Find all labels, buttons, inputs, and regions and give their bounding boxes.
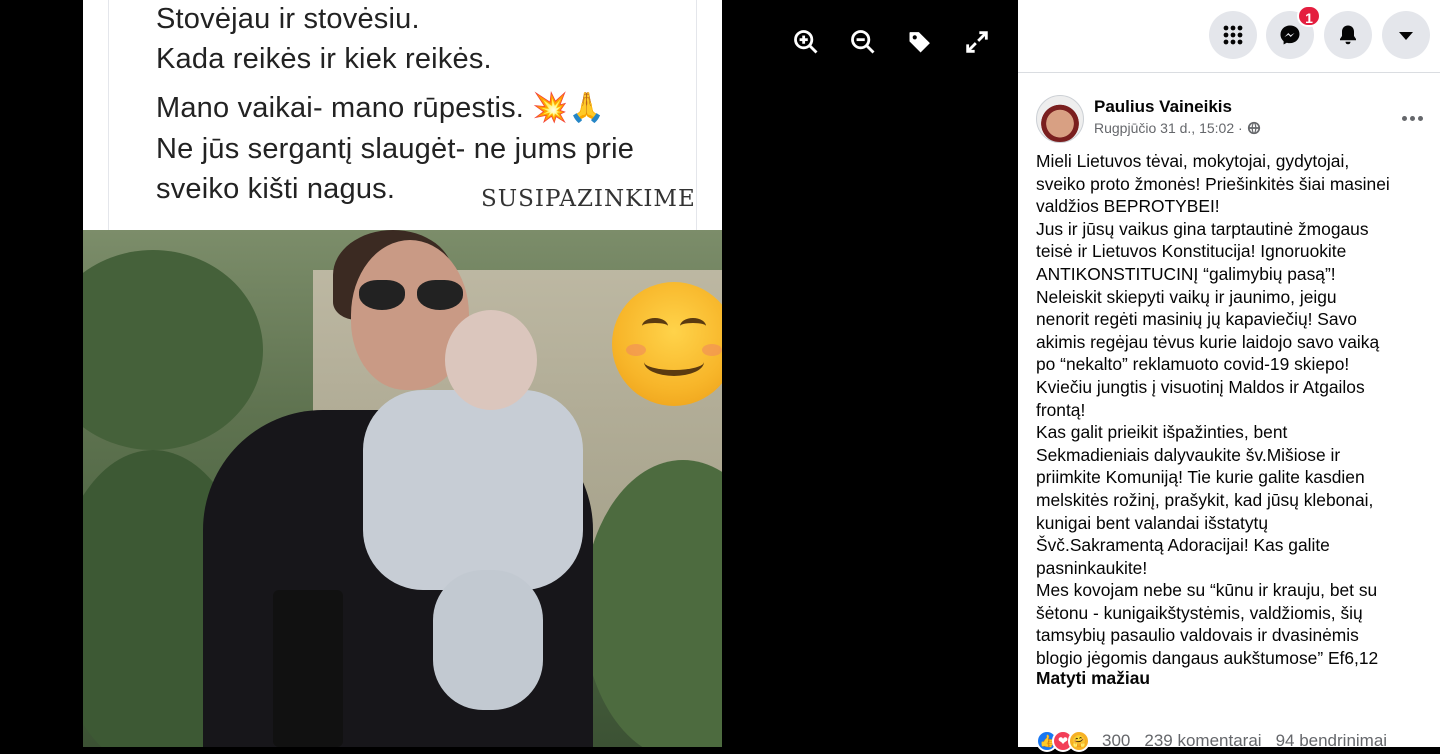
avatar[interactable] bbox=[1036, 95, 1084, 143]
post-engagement-bar: 👍 ❤ 🤗 300 239 komentarai 94 bendrinimai bbox=[1036, 728, 1436, 754]
meme-caption-area: Stovėjau ir stovėsiu. Kada reikės ir kie… bbox=[83, 0, 722, 230]
author-name[interactable]: Paulius Vaineikis bbox=[1094, 97, 1232, 117]
post-line: Kas galit prieikit išpažinties, bent bbox=[1036, 422, 1288, 443]
post-line: Neleiskit skiepyti vaikų ir jaunimo, jei… bbox=[1036, 286, 1337, 307]
rifle bbox=[273, 590, 343, 747]
meme-line: Kada reikės ir kiek reikės. bbox=[156, 43, 492, 75]
post-line: šėtonu - kunigaikštystėmis, valdžiomis, … bbox=[1036, 602, 1363, 623]
post-line: pasninkaukite! bbox=[1036, 557, 1148, 578]
post-line: tamsybių pasaulio valdovais ir dvasinėmi… bbox=[1036, 625, 1359, 646]
post-line: valdžios BEPROTYBEI! bbox=[1036, 196, 1220, 217]
shares-count[interactable]: 94 bendrinimai bbox=[1276, 731, 1388, 751]
baby-head bbox=[445, 310, 537, 410]
post-photo[interactable]: Stovėjau ir stovėsiu. Kada reikės ir kie… bbox=[83, 0, 722, 747]
zoom-in-icon[interactable] bbox=[788, 24, 824, 60]
reaction-icons[interactable]: 👍 ❤ 🤗 bbox=[1036, 730, 1090, 752]
fullscreen-icon[interactable] bbox=[959, 24, 995, 60]
post-line: priimkite Komuniją! Tie kurie galite kas… bbox=[1036, 467, 1365, 488]
meme-line: sveiko kišti nagus. bbox=[156, 173, 396, 205]
post-line: po “nekalto” reklamuoto covid-19 skiepo! bbox=[1036, 354, 1350, 375]
reactions-count[interactable]: 300 bbox=[1102, 731, 1130, 751]
meme-line: Stovėjau ir stovėsiu. bbox=[156, 3, 420, 35]
post-line: akimis regėjau tėvus kurie laidojo savo … bbox=[1036, 331, 1380, 352]
tag-icon[interactable] bbox=[902, 24, 938, 60]
sunglasses bbox=[359, 280, 465, 310]
post-line: Jus ir jūsų vaikus gina tarptautinė žmog… bbox=[1036, 218, 1369, 239]
post-line: Mieli Lietuvos tėvai, mokytojai, gydytoj… bbox=[1036, 151, 1350, 171]
post-header: Paulius Vaineikis Rugpjūčio 31 d., 15:02… bbox=[1036, 95, 1426, 143]
globe-icon bbox=[1247, 121, 1260, 135]
post-line: sveiko proto žmonės! Priešinkitės šiai m… bbox=[1036, 173, 1390, 194]
post-options-icon[interactable] bbox=[1397, 103, 1427, 133]
post-line: nenorit regėti masinių jų kapaviečių! Sa… bbox=[1036, 309, 1357, 330]
comments-count[interactable]: 239 komentarai bbox=[1144, 731, 1261, 751]
messenger-unread-badge: 1 bbox=[1297, 5, 1321, 27]
post-line: Švč.Sakramentą Adoracijai! Kas galite bbox=[1036, 535, 1330, 556]
post-line: Sekmadieniais dalyvaukite šv.Mišiose ir bbox=[1036, 444, 1341, 465]
meme-text-box: Stovėjau ir stovėsiu. Kada reikės ir kie… bbox=[108, 0, 697, 230]
post-meta: Rugpjūčio 31 d., 15:02 · bbox=[1094, 120, 1261, 136]
menu-grid-icon[interactable] bbox=[1209, 11, 1257, 59]
zoom-out-icon[interactable] bbox=[845, 24, 881, 60]
post-text: Mieli Lietuvos tėvai, mokytojai, gydytoj… bbox=[1036, 150, 1432, 670]
photo-viewer: Stovėjau ir stovėsiu. Kada reikės ir kie… bbox=[0, 0, 1018, 747]
meme-line: Ne jūs sergantį slaugėt- ne jums prie bbox=[156, 133, 635, 165]
post-line: kunigai bent valandai išstatytų bbox=[1036, 512, 1269, 533]
post-line: blogio jėgomis dangaus aukštumose” Ef6,1… bbox=[1036, 648, 1379, 669]
post-side-panel: 1 Paulius Vaineikis Rugpjūčio 31 d., 15:… bbox=[1018, 0, 1440, 752]
baby-figure bbox=[363, 390, 583, 590]
post-line: frontą! bbox=[1036, 399, 1086, 420]
post-line: Mes kovojam nebe su “kūnu ir krauju, bet… bbox=[1036, 580, 1378, 601]
post-line: Kviečiu jungtis į visuotinį Maldos ir At… bbox=[1036, 376, 1365, 397]
facebook-topbar bbox=[1018, 0, 1440, 73]
post-line: melskitės rožinį, prašykit, kad jūsų kle… bbox=[1036, 489, 1374, 510]
foliage bbox=[83, 250, 263, 450]
post-line: ANTIKONSTITUCINĮ “galimybių pasą”! bbox=[1036, 263, 1336, 284]
post-timestamp[interactable]: Rugpjūčio 31 d., 15:02 · bbox=[1094, 120, 1243, 136]
baby-leg bbox=[433, 570, 543, 710]
care-reaction-icon: 🤗 bbox=[1068, 730, 1090, 752]
meme-image bbox=[83, 230, 722, 747]
notifications-icon[interactable] bbox=[1324, 11, 1372, 59]
viewer-toolbar bbox=[788, 24, 995, 60]
meme-line: Mano vaikai- mano rūpestis. 💥🙏 bbox=[156, 92, 605, 124]
post-line: teisė ir Lietuvos Konstitucija! Ignoruok… bbox=[1036, 241, 1347, 262]
meme-watermark: SUSIPAZINKIME bbox=[481, 186, 696, 212]
account-dropdown-icon[interactable] bbox=[1382, 11, 1430, 59]
see-less-link[interactable]: Matyti mažiau bbox=[1036, 668, 1150, 689]
